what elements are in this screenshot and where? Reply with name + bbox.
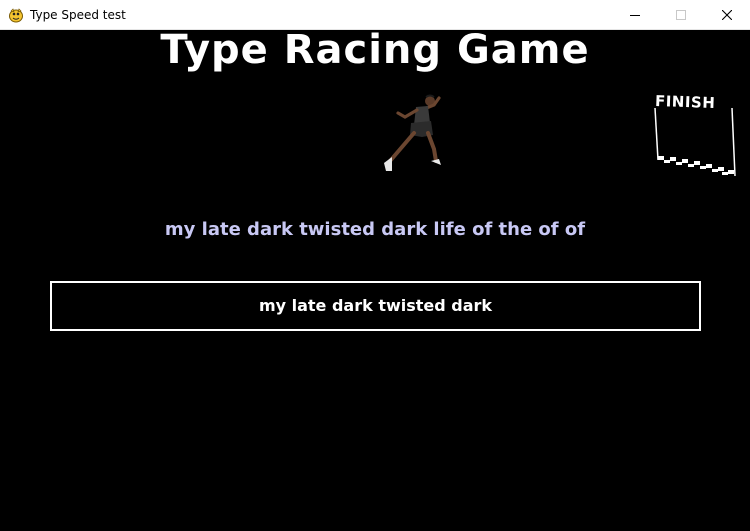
- maximize-button[interactable]: [658, 0, 704, 30]
- finish-line: FINISH: [650, 90, 740, 182]
- game-title: Type Racing Game: [160, 27, 590, 73]
- typing-input-box[interactable]: my late dark twisted dark: [50, 281, 701, 331]
- pygame-snake-icon: [8, 7, 24, 23]
- close-icon: [722, 10, 732, 20]
- target-sentence: my late dark twisted dark life of the of…: [164, 219, 586, 240]
- close-button[interactable]: [704, 0, 750, 30]
- window-title: Type Speed test: [30, 8, 126, 22]
- typed-text[interactable]: my late dark twisted dark: [52, 296, 699, 316]
- maximize-icon: [676, 10, 686, 20]
- minimize-icon: [630, 15, 640, 16]
- title-bar[interactable]: Type Speed test: [0, 0, 750, 30]
- finish-label: FINISH: [654, 91, 716, 113]
- runner-sprite: [384, 94, 441, 171]
- game-canvas[interactable]: Type Racing Game FINISH my late dark twi…: [0, 30, 750, 531]
- minimize-button[interactable]: [612, 0, 658, 30]
- app-window: Type Speed test Type Racing Game FINISH …: [0, 0, 750, 531]
